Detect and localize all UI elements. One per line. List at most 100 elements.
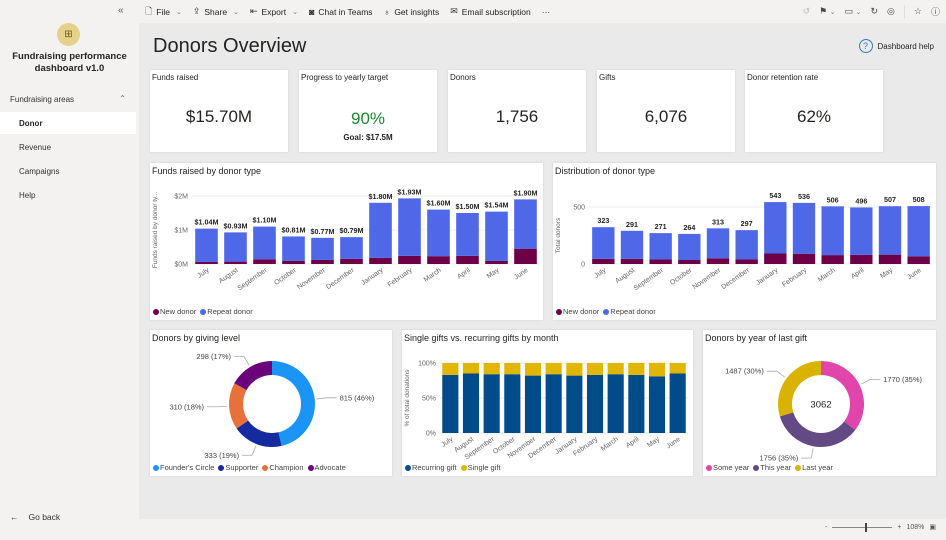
legend-item-advocate[interactable]: Advocate (307, 463, 346, 472)
x-tick-label: December (720, 267, 751, 292)
zoom-in-button[interactable]: + (897, 524, 901, 531)
bar-single-gift-november (524, 363, 542, 376)
x-tick-label: February (387, 267, 414, 289)
zoom-slider-thumb[interactable] (865, 522, 868, 532)
legend-label: Repeat donor (610, 307, 656, 316)
bar-recurring-gift-august (462, 373, 480, 433)
file-icon: 🗋 (145, 5, 153, 16)
info-icon[interactable]: ⓘ (931, 5, 940, 18)
sidebar-item-donor[interactable]: Donor (0, 112, 136, 134)
data-label: $0.79M (340, 226, 364, 235)
zoom-slider[interactable] (832, 522, 893, 532)
legend-item-new-donor[interactable]: New donor (153, 307, 196, 316)
bar-new-donor-february (398, 255, 421, 264)
legend-label: Some year (713, 463, 750, 472)
sidebar-item-campaigns[interactable]: Campaigns (0, 160, 136, 182)
data-label: 297 (741, 219, 753, 228)
bar-single-gift-may (648, 363, 666, 377)
toolbar-share-button[interactable]: ⇪ Share ⌄ (193, 6, 239, 17)
x-tick-label: February (781, 267, 808, 289)
kpi-card-gifts[interactable]: Gifts 6,076 (597, 70, 735, 152)
legend-item-some-year[interactable]: Some year (706, 463, 749, 472)
legend-item-repeat-donor[interactable]: Repeat donor (200, 307, 253, 316)
bar-new-donor-june (514, 248, 537, 264)
kpi-card-retention[interactable]: Donor retention rate 62% (745, 70, 883, 152)
x-tick-label: November (296, 267, 327, 292)
bar-repeat-donor-september (253, 226, 276, 260)
view-icon[interactable]: ▭ ⌄ (845, 6, 862, 17)
bookmark-icon[interactable]: ⚑ ⌄ (819, 6, 835, 17)
nav-group-fundraising-areas[interactable]: Fundraising areas ⌃ (0, 93, 139, 107)
chevron-down-icon: ⌄ (233, 8, 239, 16)
report-canvas: Donors Overview ? Dashboard help Funds r… (139, 23, 946, 519)
legend-item-founder-s-circle[interactable]: Founder's Circle (153, 463, 214, 472)
teams-icon: ◙ (308, 6, 315, 17)
bar-recurring-gift-november (524, 375, 542, 433)
chart-single-vs-recurring-gifts[interactable]: Single gifts vs. recurring gifts by mont… (402, 330, 693, 476)
favorite-icon[interactable]: ☆ (914, 6, 922, 17)
chart-donors-by-year-of-last-gift[interactable]: Donors by year of last gift 1770 (35%) 17… (703, 330, 936, 476)
toolbar-right: ↺ ⚑ ⌄ ▭ ⌄ ↻ ◎ ☆ ⓘ (803, 0, 940, 23)
kpi-card-progress[interactable]: Progress to yearly target 90% Goal: $17.… (299, 70, 437, 152)
toolbar-get-insights-button[interactable]: ♁ Get insights (384, 7, 440, 17)
legend-item-last-year[interactable]: Last year (795, 463, 833, 472)
chevron-down-icon: ⌄ (292, 8, 298, 16)
bar-new-donor-may (878, 254, 902, 264)
legend-item-recurring-gift[interactable]: Recurring gift (405, 463, 457, 472)
data-label: 271 (655, 222, 667, 231)
dashboard-help-button[interactable]: ? Dashboard help (858, 39, 934, 53)
bar-repeat-donor-july (195, 228, 218, 262)
undo-icon[interactable]: ↺ (803, 6, 811, 17)
toolbar-file-button[interactable]: 🗋 File ⌄ (145, 4, 182, 20)
chart-legend: Founder's Circle Supporter Champion Advocat… (153, 463, 346, 472)
data-label: $1.04M (195, 218, 219, 227)
kpi-title: Progress to yearly target (301, 73, 389, 82)
more-options-button[interactable]: ··· (542, 7, 551, 17)
toolbar-export-button[interactable]: ⇤ Export ⌄ (250, 6, 298, 17)
y-tick-label: $1M (174, 228, 188, 235)
comment-icon[interactable]: ◎ (887, 6, 895, 17)
chart-legend: New donor Repeat donor (153, 307, 253, 316)
legend-item-this-year[interactable]: This year (753, 463, 791, 472)
x-tick-label: July (440, 436, 455, 449)
chart-donors-by-giving-level[interactable]: Donors by giving level 815 (46%) 333 (19%… (150, 330, 392, 476)
legend-dot (262, 465, 269, 472)
go-back-button[interactable]: ← Go back (10, 512, 60, 522)
toolbar-item-label: Share (204, 6, 228, 17)
legend-dot (603, 309, 610, 316)
legend-item-supporter[interactable]: Supporter (218, 463, 258, 472)
x-tick-label: October (669, 267, 694, 287)
bar-single-gift-april (628, 363, 645, 375)
data-label: 536 (798, 192, 810, 201)
legend-item-single-gift[interactable]: Single gift (460, 463, 501, 472)
export-icon: ⇤ (249, 6, 258, 16)
x-tick-label: September (633, 267, 666, 293)
kpi-card-funds-raised[interactable]: Funds raised $15.70M (150, 70, 288, 152)
y-tick-label: 100% (418, 361, 436, 368)
bar-repeat-donor-january (764, 202, 787, 254)
zoom-out-button[interactable]: - (825, 524, 827, 531)
collapse-nav-icon[interactable]: « (118, 5, 124, 16)
x-tick-label: May (879, 267, 894, 281)
legend-item-new-donor[interactable]: New donor (556, 307, 599, 316)
kpi-card-donors[interactable]: Donors 1,756 (448, 70, 586, 152)
legend-dot (307, 465, 314, 472)
sidebar-item-label: Donor (19, 118, 43, 128)
bar-single-gift-january (566, 363, 583, 376)
bar-repeat-donor-june (907, 206, 930, 257)
y-tick-label: 0% (426, 431, 436, 438)
chart-legend: New donor Repeat donor (556, 307, 656, 316)
legend-item-champion[interactable]: Champion (262, 463, 304, 472)
fit-to-page-icon[interactable]: ▣ (929, 523, 936, 531)
chart-funds-raised-by-donor-type[interactable]: Funds raised by donor type $0M $1M $2M Fund… (150, 163, 543, 320)
toolbar-email-subscription-button[interactable]: ✉ Email subscription (450, 6, 531, 17)
bar-single-gift-february (586, 363, 604, 375)
chart-distribution-of-donor-type[interactable]: Distribution of donor type 0 500 Total don… (553, 163, 936, 320)
toolbar-chat-in-teams-button[interactable]: ◙ Chat in Teams (309, 7, 373, 17)
legend-dot (153, 309, 159, 316)
legend-item-repeat-donor[interactable]: Repeat donor (603, 307, 656, 316)
sidebar-item-help[interactable]: Help (0, 184, 136, 206)
refresh-icon[interactable]: ↻ (871, 6, 879, 17)
sidebar-item-revenue[interactable]: Revenue (0, 136, 136, 158)
leader-line (207, 405, 228, 408)
